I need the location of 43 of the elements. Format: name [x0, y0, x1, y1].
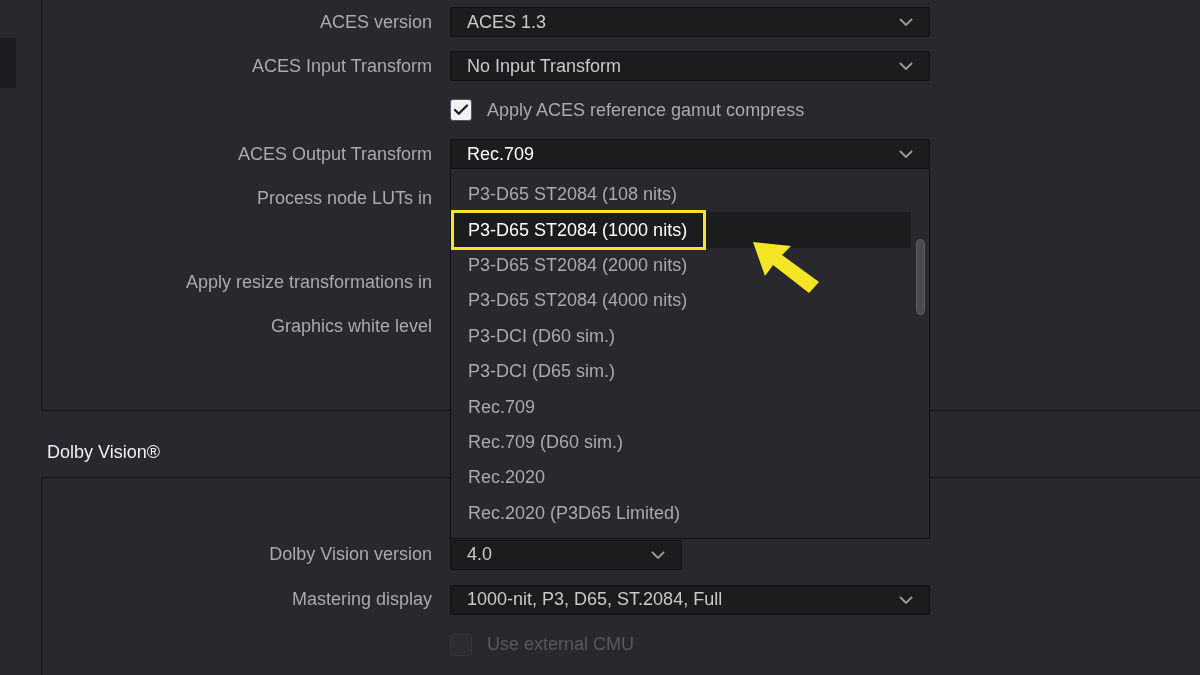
- option-label: P3-DCI (D60 sim.): [468, 325, 615, 347]
- dropdown[interactable]: 1000-nit, P3, D65, ST.2084, Full: [450, 584, 930, 615]
- option-label: Rec.709 (D60 sim.): [468, 431, 624, 453]
- field-label: Dolby Vision version: [269, 544, 432, 565]
- dropdown-option[interactable]: Rec.2020 (P3D65 Limited): [453, 495, 911, 531]
- section-title: Dolby Vision®: [47, 442, 160, 463]
- field-label: Graphics white level: [270, 315, 432, 337]
- checkbox-label: Apply ACES reference gamut compress: [487, 99, 805, 121]
- dropdown-option[interactable]: Rec.709 (D60 sim.): [453, 424, 911, 461]
- dropdown[interactable]: No Input Transform: [450, 51, 930, 81]
- arrow-icon: [751, 240, 821, 296]
- field-label: ACES version: [319, 11, 432, 33]
- option-label: Rec.2020 (P3D65 Limited): [468, 502, 681, 524]
- dropdown-option[interactable]: P3-D65 ST2084 (2000 nits): [453, 247, 911, 284]
- chevron-down-icon: [899, 595, 913, 604]
- field-label: Mastering display: [291, 589, 432, 610]
- field-label: ACES Input Transform: [251, 55, 432, 77]
- option-label: P3-D65 ST2084 (1000 nits): [468, 219, 688, 241]
- dropdown-option[interactable]: P3-D65 ST2084 (4000 nits): [453, 283, 911, 319]
- field-label: ACES Output Transform: [237, 143, 432, 165]
- option-label: P3-D65 ST2084 (4000 nits): [468, 290, 688, 312]
- option-label: P3-D65 ST2084 (2000 nits): [468, 254, 688, 276]
- chevron-down-icon: [899, 62, 913, 70]
- dropdown-option[interactable]: Rec.2020: [453, 460, 911, 496]
- dropdown-option[interactable]: P3-D65 ST2084 (108 nits): [453, 177, 911, 213]
- checkbox[interactable]: [450, 99, 472, 121]
- dropdown-option[interactable]: P3-DCI (D60 sim.): [453, 318, 911, 354]
- field-label: Apply resize transformations in: [185, 271, 432, 293]
- option-label: P3-DCI (D65 sim.): [468, 361, 615, 383]
- dropdown-option[interactable]: P3-D65 ST2084 (1000 nits): [453, 212, 911, 248]
- option-label: Rec.709: [468, 396, 536, 418]
- option-label: Rec.2020: [468, 467, 546, 489]
- option-label: P3-D65 ST2084 (108 nits): [468, 184, 678, 206]
- chevron-down-icon: [651, 550, 665, 559]
- dropdown[interactable]: 4.0: [450, 539, 682, 570]
- field-label: Process node LUTs in: [256, 187, 432, 209]
- dropdown-option[interactable]: Rec.709: [453, 389, 911, 425]
- chevron-down-icon: [899, 18, 913, 26]
- dropdown[interactable]: ACES 1.3: [450, 7, 930, 37]
- dropdown[interactable]: Rec.709: [450, 139, 930, 169]
- chevron-down-icon: [899, 150, 913, 158]
- dropdown-option[interactable]: P3-DCI (D65 sim.): [453, 353, 911, 390]
- scrollbar[interactable]: [916, 239, 925, 315]
